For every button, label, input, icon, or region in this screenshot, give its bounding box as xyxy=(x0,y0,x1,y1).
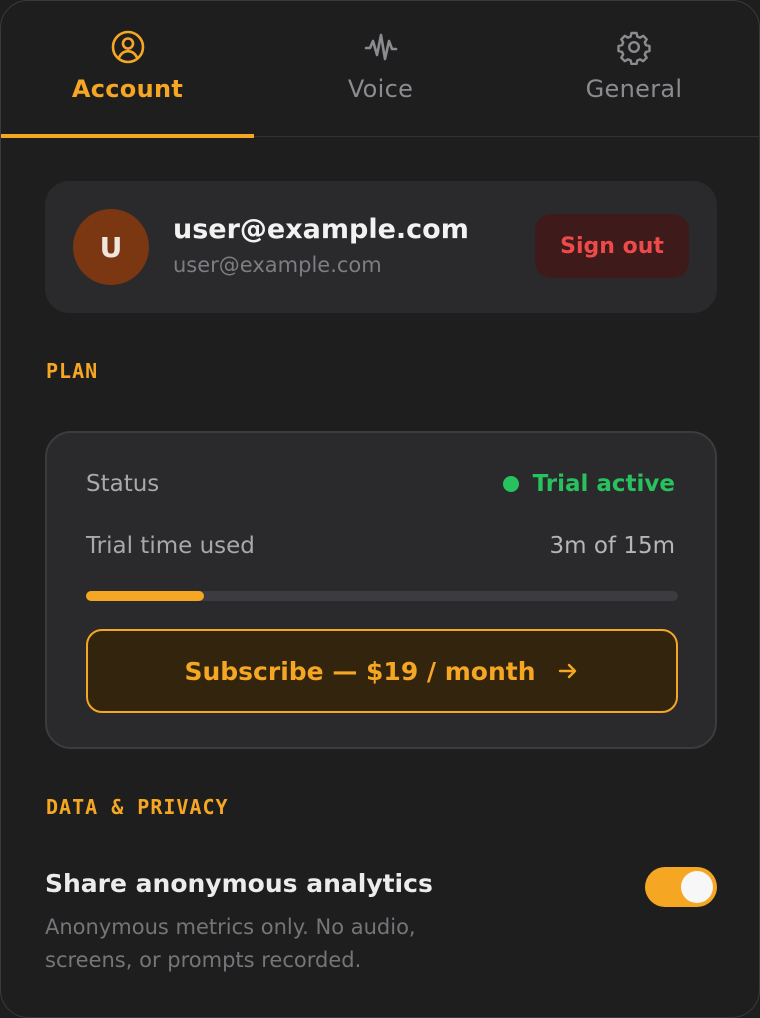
toggle-knob xyxy=(681,871,713,903)
user-circle-icon xyxy=(110,29,146,65)
trial-progress-bar xyxy=(86,591,678,601)
settings-window: Account Voice General U user@example.com… xyxy=(0,0,760,1018)
analytics-toggle[interactable] xyxy=(645,867,717,907)
sign-out-button[interactable]: Sign out xyxy=(535,214,689,278)
account-card: U user@example.com user@example.com Sign… xyxy=(45,181,717,313)
trial-time-value: 3m of 15m xyxy=(549,533,675,559)
avatar: U xyxy=(73,209,149,285)
plan-card: Status Trial active Trial time used 3m o… xyxy=(45,431,717,749)
status-value: Trial active xyxy=(532,471,675,497)
account-email: user@example.com xyxy=(173,253,382,277)
tab-voice[interactable]: Voice xyxy=(254,1,507,137)
trial-progress-fill xyxy=(86,591,205,601)
tab-voice-label: Voice xyxy=(347,75,414,103)
tab-bar: Account Voice General xyxy=(1,1,759,138)
status-label: Status xyxy=(86,471,160,497)
tab-account[interactable]: Account xyxy=(1,1,254,138)
subscribe-button[interactable]: Subscribe — $19 / month xyxy=(86,629,678,713)
account-name: user@example.com xyxy=(173,214,469,245)
tab-general-label: General xyxy=(585,75,683,103)
waveform-icon xyxy=(363,29,399,65)
status-dot-icon xyxy=(502,476,519,492)
privacy-section-label: DATA & PRIVACY xyxy=(46,795,229,819)
status-badge: Trial active xyxy=(502,471,675,497)
arrow-right-icon xyxy=(556,659,580,683)
trial-time-label: Trial time used xyxy=(86,533,255,559)
subscribe-label: Subscribe — $19 / month xyxy=(184,656,536,686)
analytics-description: Anonymous metrics only. No audio, screen… xyxy=(45,915,416,972)
tab-account-label: Account xyxy=(71,75,184,103)
plan-section-label: PLAN xyxy=(46,359,99,383)
tab-general[interactable]: General xyxy=(507,1,759,137)
analytics-title: Share anonymous analytics xyxy=(45,869,433,898)
gear-icon xyxy=(616,29,652,65)
